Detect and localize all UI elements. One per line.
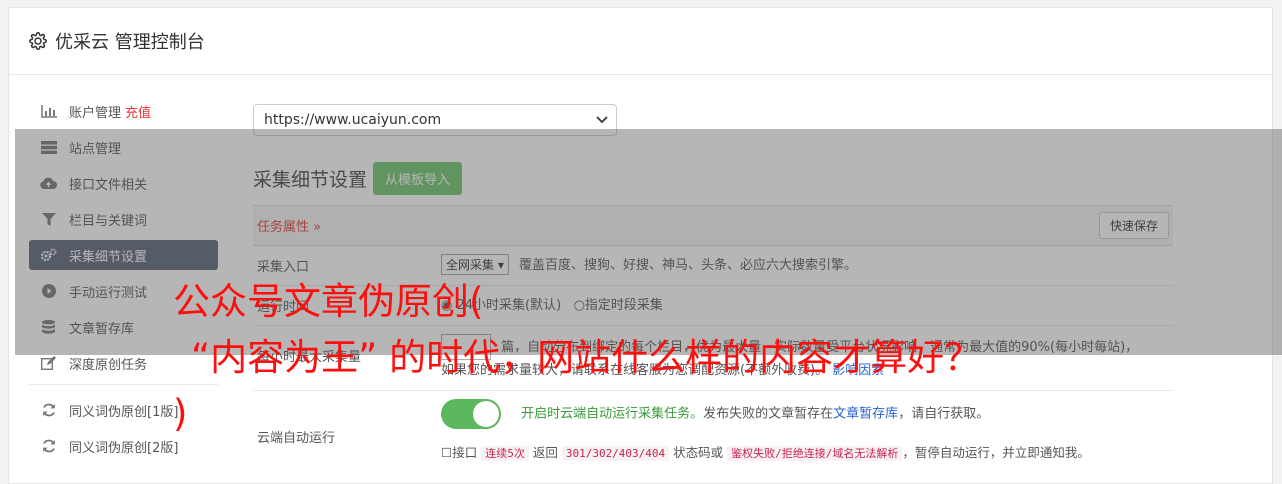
api-code-status: 301/302/403/404 (561, 445, 670, 461)
headline-overlay: 公众号文章伪原创( “内容为王” 的时代，网站什么样的内容才算好？ ) (173, 274, 1173, 442)
api-code-consecutive: 连续5次 (481, 445, 529, 461)
edit-icon (40, 356, 57, 370)
sidebar-item-label: 同义词伪原创[1版] (69, 404, 179, 420)
recharge-link[interactable]: 充值 (125, 102, 151, 121)
headline-line-2: “内容为王” 的时代，网站什么样的内容才算好？ (191, 336, 982, 379)
refresh-icon (40, 403, 57, 417)
api-text-1: 返回 (532, 444, 558, 460)
sidebar-item-label: 同义词伪原创[2版] (69, 440, 179, 456)
api-code-errors: 鉴权失败/拒绝连接/域名无法解析 (727, 445, 903, 461)
console-header: 优采云 管理控制台 (9, 8, 1272, 75)
sidebar-item-label: 账户管理 (69, 105, 122, 121)
api-text-3: ，暂停自动运行，并立即通知我。 (902, 444, 1090, 460)
headline-line-3: ) (173, 392, 188, 435)
refresh-icon (40, 439, 57, 453)
site-select-value: https://www.ucaiyun.com (264, 112, 442, 128)
gear-icon (29, 32, 47, 50)
bar-chart-icon (40, 104, 57, 118)
api-text-2: 状态码或 (673, 444, 724, 460)
chevron-down-icon (596, 112, 608, 128)
sidebar-item-account[interactable]: 账户管理 充值 (29, 96, 218, 126)
sidebar-item-label: 深度原创任务 (69, 357, 148, 373)
headline-line-1: 公众号文章伪原创( (173, 280, 484, 323)
page-title: 优采云 管理控制台 (55, 32, 205, 53)
api-label: 接口 (452, 444, 478, 460)
api-checkbox[interactable]: ☐ (441, 445, 452, 460)
